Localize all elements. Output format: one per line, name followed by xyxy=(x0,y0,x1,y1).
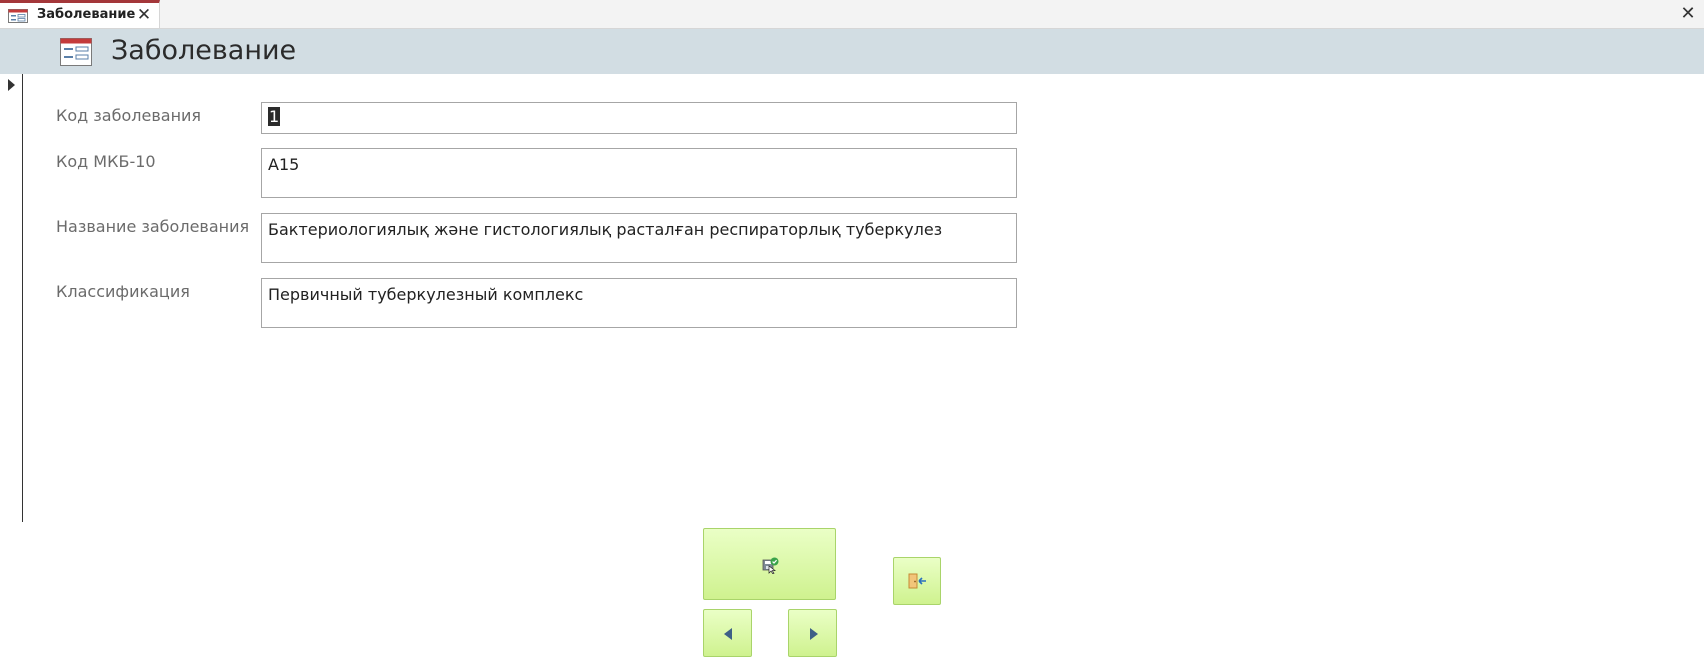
field-label-disease-name: Название заболевания xyxy=(56,217,250,236)
disease-code-field[interactable]: 1 xyxy=(261,102,1017,134)
form-header: Заболевание xyxy=(0,29,1704,74)
triangle-left-icon xyxy=(724,628,732,640)
page-title: Заболевание xyxy=(111,35,297,66)
previous-record-button[interactable] xyxy=(703,609,752,657)
exit-button[interactable] xyxy=(893,557,941,605)
field-label-icd10-code: Код МКБ-10 xyxy=(56,152,156,171)
close-icon[interactable]: ✕ xyxy=(1678,3,1698,25)
field-label-classification: Классификация xyxy=(56,282,190,301)
save-record-button[interactable] xyxy=(703,528,836,600)
document-tab-bar: Заболевание ✕ ✕ xyxy=(0,0,1704,29)
close-icon[interactable]: ✕ xyxy=(136,6,152,24)
record-selector[interactable] xyxy=(0,74,23,522)
field-label-disease-code: Код заболевания xyxy=(56,106,202,125)
form-icon xyxy=(60,38,92,66)
save-record-icon xyxy=(762,557,779,574)
triangle-right-icon xyxy=(810,628,818,640)
disease-name-field[interactable]: Бактериологиялық және гистологиялық раст… xyxy=(261,213,1017,263)
exit-door-icon xyxy=(908,573,926,589)
classification-field[interactable]: Первичный туберкулезный комплекс xyxy=(261,278,1017,328)
disease-code-value: 1 xyxy=(268,107,281,126)
tab-label: Заболевание xyxy=(37,7,136,22)
current-record-arrow-icon xyxy=(8,79,15,91)
form-icon xyxy=(8,9,28,23)
tab-zabolevanie[interactable]: Заболевание ✕ xyxy=(0,0,160,28)
icd10-code-field[interactable]: А15 xyxy=(261,148,1017,198)
next-record-button[interactable] xyxy=(788,609,837,657)
